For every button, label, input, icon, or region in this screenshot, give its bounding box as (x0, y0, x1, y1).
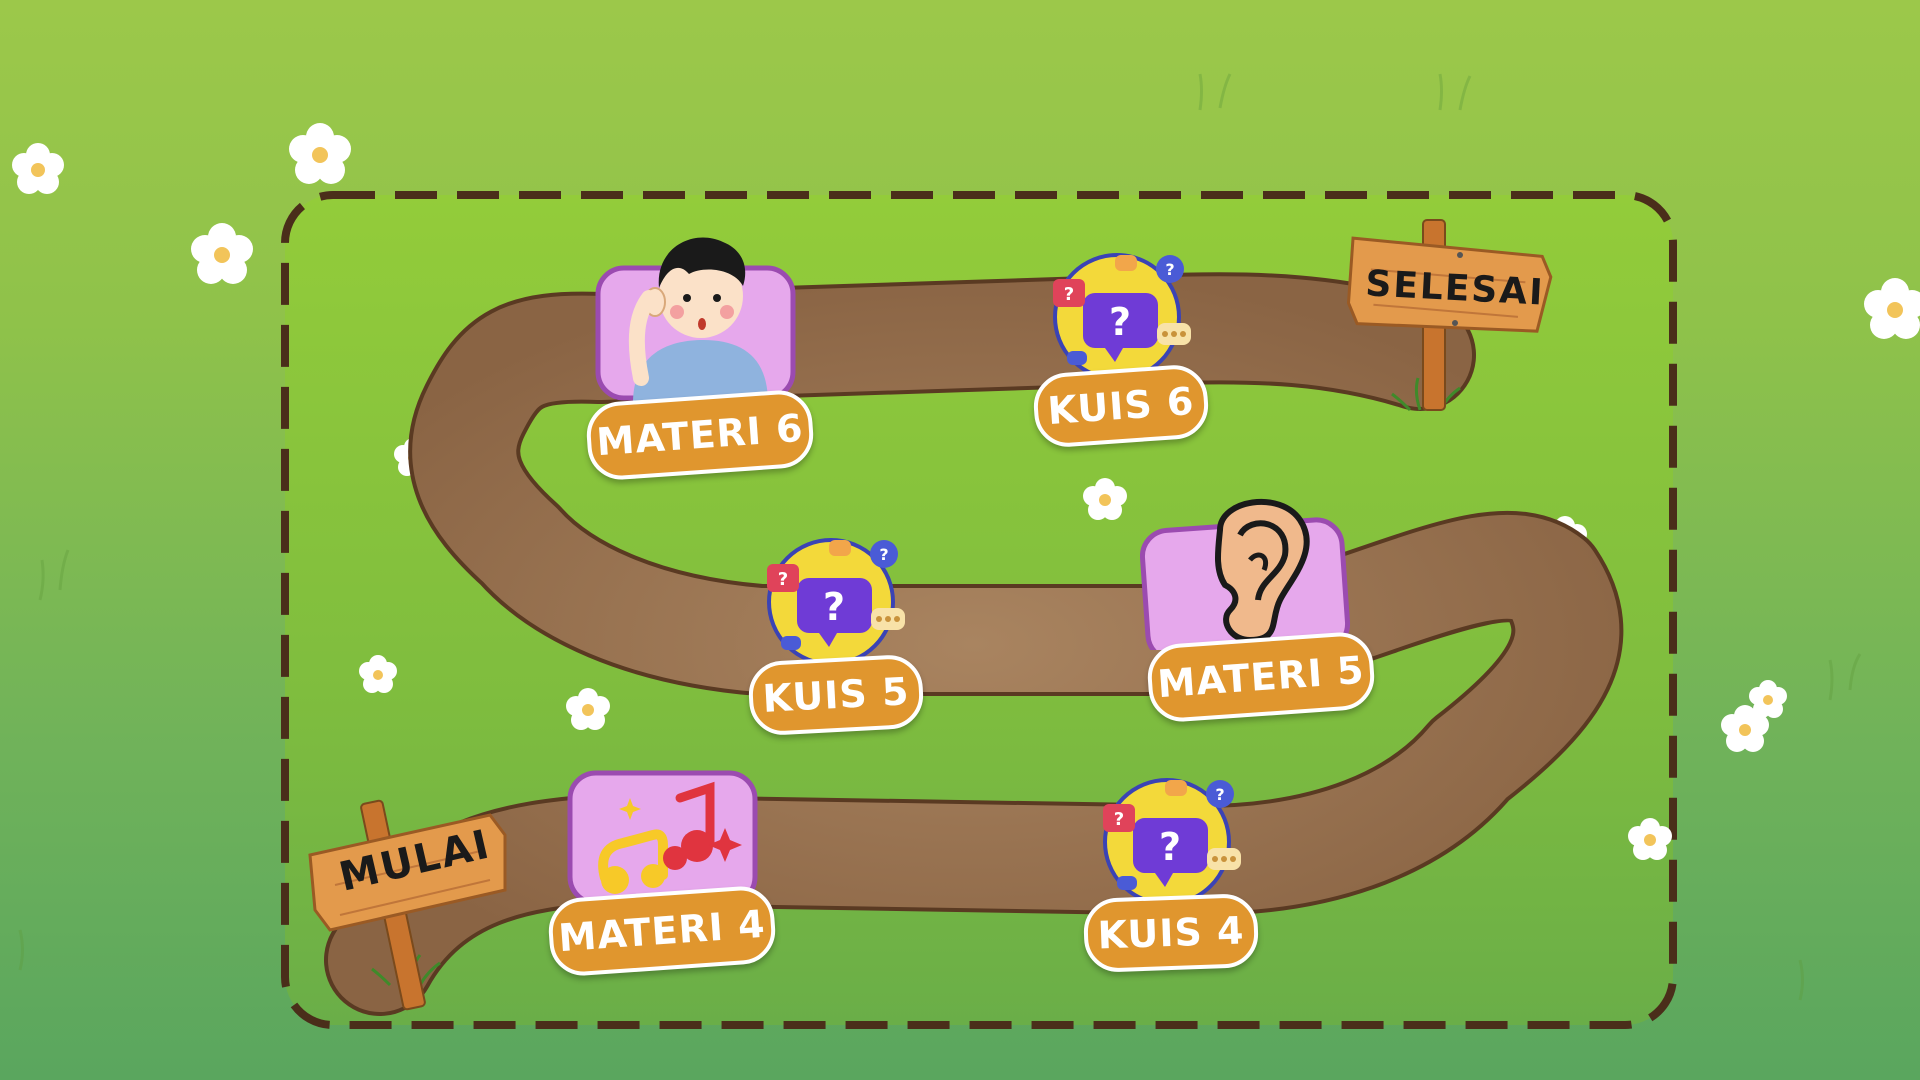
svg-text:?: ? (1215, 785, 1224, 804)
svg-text:?: ? (823, 585, 845, 629)
question-chat-icon: ? ? ? (1103, 778, 1241, 906)
level-node-materi-4[interactable]: MATERI 4 (545, 768, 785, 983)
level-label: KUIS 6 (1031, 363, 1211, 449)
map-background (12, 73, 1920, 1029)
level-label: MATERI 6 (584, 388, 816, 482)
level-node-materi-5[interactable]: MATERI 5 (1140, 490, 1385, 735)
level-label: MATERI 4 (546, 884, 778, 978)
question-chat-icon: ? ? ? (1053, 253, 1191, 381)
level-node-materi-6[interactable]: MATERI 6 (584, 228, 825, 483)
level-node-kuis-5[interactable]: ? ? ? KUIS 5 (745, 530, 925, 737)
level-label: MATERI 5 (1145, 630, 1377, 724)
svg-text:?: ? (1109, 300, 1131, 344)
ear-icon (1140, 498, 1351, 650)
level-node-kuis-4[interactable]: ? ? ? KUIS 4 (1080, 770, 1260, 975)
question-chat-icon: ? ? ? (767, 538, 905, 666)
svg-text:?: ? (1064, 284, 1074, 305)
svg-text:?: ? (778, 569, 788, 590)
level-label: KUIS 5 (747, 653, 925, 737)
svg-text:?: ? (1114, 809, 1124, 830)
svg-text:?: ? (1165, 260, 1174, 279)
level-label: KUIS 4 (1082, 892, 1260, 974)
svg-text:?: ? (1159, 825, 1181, 869)
finish-sign-label: SELESAI (1364, 262, 1546, 314)
game-map: MULAI SELESAI MATERI 4 ? ? ? KUIS 4 MATE… (0, 0, 1920, 1080)
listening-boy-icon (595, 237, 796, 403)
level-node-kuis-6[interactable]: ? ? ? KUIS 6 (1030, 245, 1211, 450)
svg-text:?: ? (879, 545, 888, 564)
